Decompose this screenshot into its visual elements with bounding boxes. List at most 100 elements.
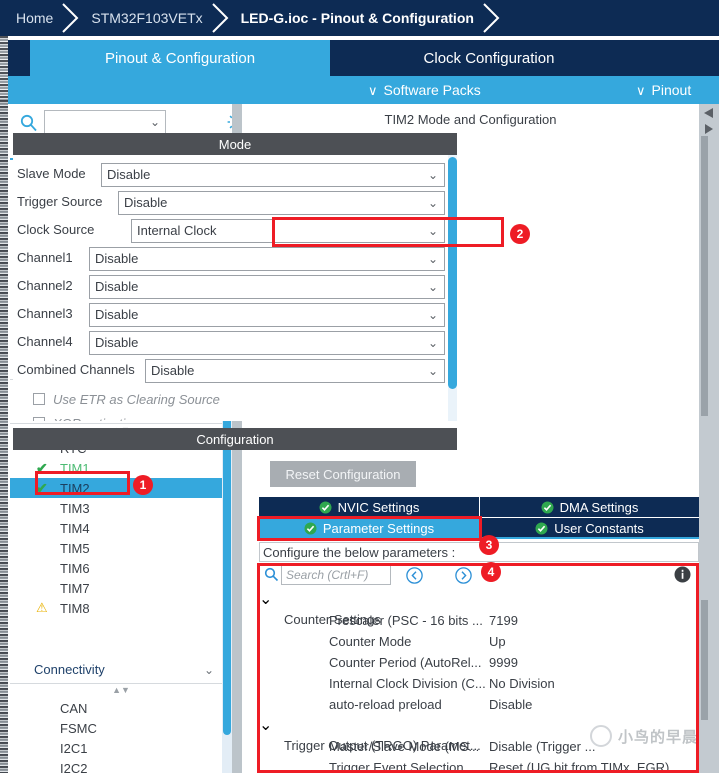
- tab-user-constants[interactable]: User Constants: [480, 518, 699, 538]
- slave-mode-select[interactable]: Disable ⌄: [101, 163, 445, 187]
- breadcrumb-chevron-icon: [59, 0, 85, 36]
- breadcrumb-item-device[interactable]: STM32F103VETx: [85, 10, 208, 26]
- channel2-label: Channel2: [17, 278, 73, 293]
- chevron-down-icon: ⌄: [427, 280, 438, 294]
- window-scrollbar-thumb-lower[interactable]: [701, 600, 708, 720]
- annotation-box-3: [257, 516, 482, 541]
- chevron-down-icon: ⌄: [427, 336, 438, 350]
- search-input[interactable]: ⌄: [44, 110, 166, 135]
- channel2-value: Disable: [95, 279, 139, 294]
- peripheral-label: I2C1: [60, 740, 88, 756]
- peripheral-item-tim7[interactable]: TIM7: [10, 578, 232, 598]
- main-tab-bar: Pinout & Configuration Clock Configurati…: [8, 40, 719, 76]
- channel1-label: Channel1: [17, 250, 73, 265]
- use-etr-clearing-source-label: Use ETR as Clearing Source: [53, 391, 220, 407]
- channel3-label: Channel3: [17, 306, 73, 321]
- combined-channels-select[interactable]: Disable ⌄: [145, 359, 445, 383]
- peripheral-item-i2c1[interactable]: I2C1: [10, 738, 232, 758]
- software-packs-label: Software Packs: [383, 82, 481, 98]
- peripheral-label: I2C2: [60, 760, 88, 773]
- tab-pinout-configuration[interactable]: Pinout & Configuration: [30, 40, 330, 76]
- peripheral-item-tim6[interactable]: TIM6: [10, 558, 232, 578]
- stm32cubemx-window: Home STM32F103VETx LED-G.ioc - Pinout & …: [0, 0, 719, 773]
- channel4-value: Disable: [95, 335, 139, 350]
- trigger-source-value: Disable: [124, 195, 168, 210]
- pinout-label: Pinout: [651, 82, 692, 98]
- annotation-badge-3: 3: [479, 535, 499, 555]
- clock-source-value: Internal Clock: [137, 223, 217, 238]
- peripheral-label: FSMC: [60, 720, 97, 736]
- annotation-box-1: [35, 471, 130, 495]
- peripheral-item-tim5[interactable]: TIM5: [10, 538, 232, 558]
- checkbox-icon[interactable]: [33, 417, 45, 421]
- chevron-down-icon: ⌄: [427, 196, 438, 210]
- tab-nvic-settings[interactable]: NVIC Settings: [259, 497, 479, 517]
- annotation-badge-2: 2: [510, 224, 530, 244]
- channel4-label: Channel4: [17, 334, 73, 349]
- reset-configuration-button[interactable]: Reset Configuration: [270, 461, 416, 487]
- peripheral-item-tim8[interactable]: ⚠ TIM8: [10, 598, 232, 618]
- peripheral-label: TIM3: [60, 500, 90, 516]
- scroll-down-arrow-icon[interactable]: [701, 122, 716, 137]
- tab-overflow-area: [648, 40, 719, 76]
- peripheral-label: TIM8: [60, 600, 90, 616]
- peripheral-label: TIM6: [60, 560, 90, 576]
- peripheral-item-tim4[interactable]: TIM4: [10, 518, 232, 538]
- combined-channels-value: Disable: [151, 363, 195, 378]
- annotation-box-2: [272, 217, 504, 247]
- trigger-source-select[interactable]: Disable ⌄: [118, 191, 445, 215]
- channel3-value: Disable: [95, 307, 139, 322]
- mode-section-header: Mode: [13, 133, 457, 155]
- annotation-box-4: [257, 563, 699, 773]
- xor-activation-label: XOR activation: [53, 416, 140, 422]
- channel1-value: Disable: [95, 251, 139, 266]
- combined-channels-label: Combined Channels: [17, 362, 135, 377]
- chevron-down-icon: ∨: [636, 82, 646, 98]
- sidebar-group-connectivity[interactable]: Connectivity ⌄: [10, 656, 232, 684]
- software-packs-menu[interactable]: ∨ Software Packs: [368, 76, 481, 104]
- scroll-up-arrow-icon[interactable]: [701, 106, 716, 121]
- annotation-badge-1: 1: [133, 475, 153, 495]
- breadcrumb-item-home[interactable]: Home: [10, 10, 59, 26]
- breadcrumb-chevron-icon: [480, 0, 506, 36]
- mode-scrollbar-thumb[interactable]: [448, 157, 457, 389]
- peripheral-label: TIM4: [60, 520, 90, 536]
- connectivity-scroll-spinner[interactable]: ▲▼: [10, 684, 232, 698]
- pinout-menu[interactable]: ∨ Pinout: [636, 76, 691, 104]
- peripheral-item-can[interactable]: CAN: [10, 698, 232, 718]
- use-etr-clearing-source-row[interactable]: Use ETR as Clearing Source: [33, 389, 220, 409]
- chevron-down-icon: ⌄: [427, 364, 438, 378]
- breadcrumb-bar: Home STM32F103VETx LED-G.ioc - Pinout & …: [0, 0, 719, 36]
- chevron-down-icon: ⌄: [149, 115, 160, 129]
- breadcrumb-item-current[interactable]: LED-G.ioc - Pinout & Configuration: [235, 10, 480, 26]
- channel3-select[interactable]: Disable ⌄: [89, 303, 445, 327]
- peripheral-label: TIM7: [60, 580, 90, 596]
- peripheral-item-fsmc[interactable]: FSMC: [10, 718, 232, 738]
- configuration-section-header: Configuration: [13, 428, 457, 450]
- warning-icon: ⚠: [36, 600, 48, 615]
- chevron-down-icon: ⌄: [427, 252, 438, 266]
- window-scrollbar-thumb[interactable]: [701, 136, 708, 416]
- slave-mode-value: Disable: [107, 167, 151, 182]
- tab-label: DMA Settings: [559, 499, 639, 515]
- annotation-badge-4: 4: [481, 562, 501, 582]
- clock-source-label: Clock Source: [17, 222, 95, 237]
- tab-label: User Constants: [554, 520, 644, 536]
- chevron-down-icon: ⌄: [427, 168, 438, 182]
- channel4-select[interactable]: Disable ⌄: [89, 331, 445, 355]
- peripheral-item-i2c2[interactable]: I2C2: [10, 758, 232, 773]
- mode-settings-body: Slave Mode Disable ⌄ Trigger Source Disa…: [13, 155, 457, 421]
- channel2-select[interactable]: Disable ⌄: [89, 275, 445, 299]
- chevron-down-icon: ⌄: [203, 663, 214, 677]
- tab-label: NVIC Settings: [337, 499, 420, 515]
- chevron-down-icon: ∨: [368, 82, 378, 98]
- check-circle-icon: [535, 522, 548, 535]
- channel1-select[interactable]: Disable ⌄: [89, 247, 445, 271]
- tab-clock-configuration[interactable]: Clock Configuration: [330, 40, 648, 76]
- chevron-down-icon: ⌄: [427, 308, 438, 322]
- peripheral-item-tim3[interactable]: TIM3: [10, 498, 232, 518]
- checkbox-icon[interactable]: [33, 393, 45, 405]
- tab-dma-settings[interactable]: DMA Settings: [480, 497, 699, 517]
- panel-title: TIM2 Mode and Configuration: [384, 112, 557, 127]
- xor-activation-row[interactable]: XOR activation: [33, 413, 140, 421]
